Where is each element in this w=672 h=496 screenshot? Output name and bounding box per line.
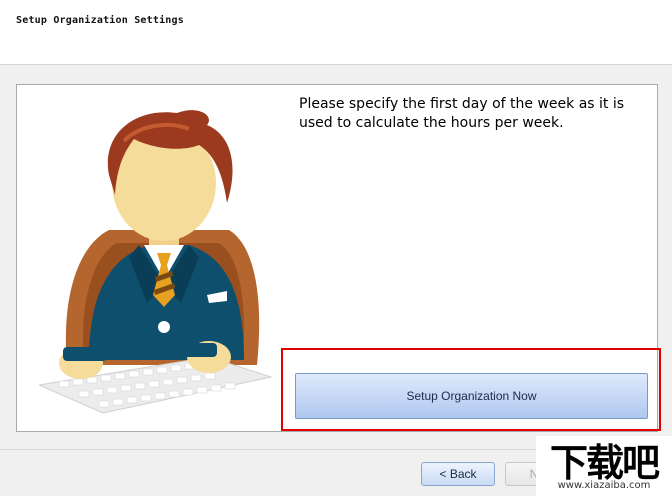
back-button[interactable]: < Back	[421, 462, 495, 486]
businessman-illustration	[39, 110, 273, 414]
watermark: 下载吧 www.xiazaiba.com	[536, 436, 672, 496]
instruction-text: Please specify the first day of the week…	[299, 96, 625, 131]
watermark-logo: 下载吧	[549, 440, 660, 485]
page-title: Setup Organization Settings	[16, 15, 184, 26]
wizard-header: Setup Organization Settings	[0, 0, 672, 65]
watermark-url: www.xiazaiba.com	[557, 480, 651, 491]
setup-organization-button[interactable]: Setup Organization Now	[295, 373, 648, 419]
